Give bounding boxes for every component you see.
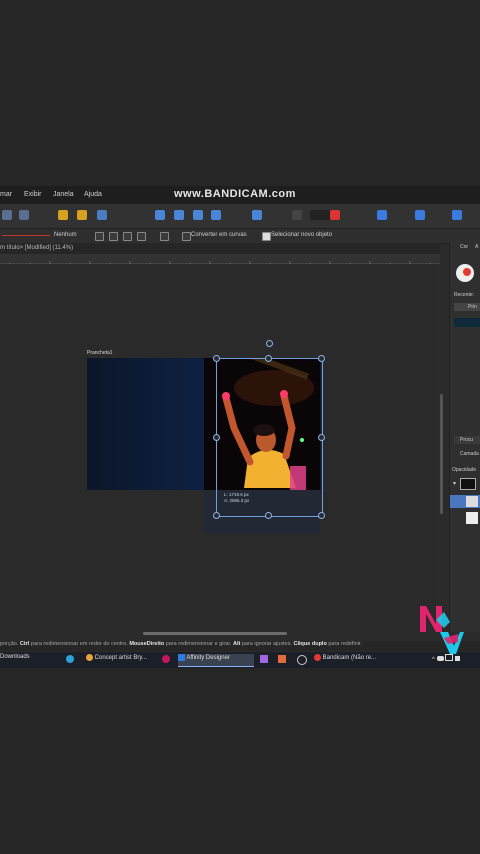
handle-left[interactable] bbox=[213, 434, 220, 441]
flip-vertical-icon[interactable] bbox=[174, 210, 184, 220]
stroke-swatch-icon[interactable] bbox=[463, 268, 471, 276]
bandicam-watermark: www.BANDICAM.com bbox=[174, 188, 296, 200]
align-h-icon[interactable] bbox=[95, 232, 104, 241]
lock-icon[interactable] bbox=[137, 232, 146, 241]
snap-icon[interactable] bbox=[58, 210, 68, 220]
menu-item-view[interactable]: Exibir bbox=[24, 191, 42, 198]
horizontal-scrollbar[interactable] bbox=[143, 632, 287, 635]
app-icon-1[interactable] bbox=[260, 654, 268, 666]
context-toolbar: Nenhum Converter em curvas Selecionar no… bbox=[0, 229, 480, 244]
taskbar-label: Bandicam (Não re... bbox=[322, 655, 377, 662]
handle-bottom[interactable] bbox=[265, 512, 272, 519]
dimension-height: A: 2565.3 px bbox=[224, 498, 250, 503]
edge-icon-shape bbox=[66, 655, 74, 663]
assets-icon[interactable] bbox=[452, 210, 462, 220]
convert-to-curves-button[interactable]: Converter em curvas bbox=[191, 232, 247, 238]
opera-icon-shape bbox=[162, 655, 170, 663]
taskbar-downloads[interactable]: Downloads bbox=[0, 654, 60, 666]
rotation-handle[interactable] bbox=[266, 340, 273, 347]
windows-taskbar: Downloads Concept artist Bry... Affinity… bbox=[0, 652, 480, 668]
app-icon-2[interactable] bbox=[278, 654, 286, 666]
tab-secondary[interactable]: A bbox=[475, 244, 478, 250]
status-text-1: porção. bbox=[0, 641, 20, 647]
taskbar-bandicam[interactable]: Bandicam (Não re... bbox=[314, 654, 388, 666]
layer-thumbnail-selected bbox=[466, 496, 478, 507]
chrome-icon bbox=[86, 654, 93, 661]
boolean-icon[interactable] bbox=[2, 210, 12, 220]
distribute-icon[interactable] bbox=[123, 232, 132, 241]
convert-curves-icon[interactable] bbox=[182, 232, 191, 241]
select-icon[interactable] bbox=[160, 232, 169, 241]
search-placeholder: Procu bbox=[460, 437, 474, 443]
nave-logo bbox=[420, 606, 464, 654]
status-text-5: para redefinir. bbox=[326, 641, 362, 647]
recent-swatch[interactable] bbox=[454, 318, 480, 327]
taskbar-label: Concept artist Bry... bbox=[94, 655, 147, 662]
status-text-3: para redimensionar e girar. bbox=[164, 641, 233, 647]
menu-item-arrange[interactable]: mar bbox=[0, 191, 12, 198]
select-new-object-label: Selecionar novo objeto bbox=[271, 232, 333, 238]
app-icon-3-shape bbox=[297, 655, 307, 665]
swatch-palette-label: Prin bbox=[468, 304, 477, 310]
taskbar-label: Downloads bbox=[0, 654, 30, 660]
align-icon[interactable] bbox=[97, 210, 107, 220]
layer-down-icon[interactable] bbox=[415, 210, 425, 220]
opera-icon[interactable] bbox=[162, 654, 172, 666]
document-title: m título> [Modified] (11.4%) bbox=[0, 245, 74, 251]
snap-options-icon[interactable] bbox=[77, 210, 87, 220]
handle-bottom-left[interactable] bbox=[213, 512, 220, 519]
fill-pen-icon[interactable] bbox=[330, 210, 340, 220]
handle-top-left[interactable] bbox=[213, 355, 220, 362]
recent-label: Recente: bbox=[454, 292, 475, 298]
handle-right[interactable] bbox=[318, 434, 325, 441]
tab-color[interactable]: Cor bbox=[460, 244, 468, 250]
handle-top-right[interactable] bbox=[318, 355, 325, 362]
layer-up-icon[interactable] bbox=[377, 210, 387, 220]
status-key-ctrl: Ctrl bbox=[19, 641, 30, 647]
select-new-object-checkbox[interactable] bbox=[262, 232, 271, 241]
status-bar: porção. Ctrl para redimensionar em redor… bbox=[0, 641, 480, 651]
taskbar-chrome[interactable]: Concept artist Bry... bbox=[86, 654, 156, 666]
edge-icon[interactable] bbox=[66, 654, 76, 666]
menu-item-help[interactable]: Ajuda bbox=[84, 191, 102, 198]
taskbar-affinity-designer[interactable]: Affinity Designer bbox=[178, 654, 254, 667]
arrange-icon[interactable] bbox=[292, 210, 302, 220]
layer-thumbnail[interactable] bbox=[460, 478, 476, 490]
main-toolbar bbox=[0, 204, 480, 229]
stroke-line-preview[interactable] bbox=[2, 235, 50, 236]
app-icon-3[interactable] bbox=[297, 654, 307, 666]
affinity-designer-window: mar Exibir Janela Ajuda www.BANDICAM.com… bbox=[0, 186, 480, 668]
right-panel: Cor A Recente: Prin Procu Camada Opacida… bbox=[449, 242, 480, 632]
app-icon-1-shape bbox=[260, 655, 268, 663]
align-left-icon[interactable] bbox=[252, 210, 262, 220]
handle-top[interactable] bbox=[265, 355, 272, 362]
status-key-dblclick: Clique duplo bbox=[293, 641, 327, 647]
stroke-style-label[interactable]: Nenhum bbox=[54, 232, 77, 238]
rotate-left-icon[interactable] bbox=[193, 210, 203, 220]
layer-thumbnail-2[interactable] bbox=[466, 512, 478, 524]
menu-item-window[interactable]: Janela bbox=[53, 191, 74, 198]
transform-icon[interactable] bbox=[19, 210, 29, 220]
opacity-label: Opacidade bbox=[452, 467, 477, 473]
status-text-4: para ignorar ajustes. bbox=[240, 641, 294, 647]
menu-bar: mar Exibir Janela Ajuda www.BANDICAM.com bbox=[0, 186, 480, 204]
document-tab[interactable]: m título> [Modified] (11.4%) bbox=[0, 243, 440, 254]
dimension-readout: L: 1719.6 px A: 2565.3 px bbox=[224, 492, 249, 504]
layers-label[interactable]: Camada bbox=[460, 451, 479, 457]
flip-horizontal-icon[interactable] bbox=[155, 210, 165, 220]
status-text-2: para redimensionar em redor do centro. bbox=[29, 641, 130, 647]
status-key-mouse: MouseDireito bbox=[129, 641, 165, 647]
affinity-icon bbox=[178, 654, 185, 661]
handle-bottom-right[interactable] bbox=[318, 512, 325, 519]
horizontal-ruler bbox=[0, 254, 440, 267]
taskbar-label: Affinity Designer bbox=[186, 655, 230, 662]
align-v-icon[interactable] bbox=[109, 232, 118, 241]
app-icon-2-shape bbox=[278, 655, 286, 663]
vertical-scrollbar[interactable] bbox=[440, 394, 443, 514]
bandicam-icon bbox=[314, 654, 321, 661]
expand-chevron-icon[interactable]: ▾ bbox=[453, 480, 456, 487]
rotate-right-icon[interactable] bbox=[211, 210, 221, 220]
artboard-label[interactable]: Prancheta1 bbox=[87, 350, 113, 356]
